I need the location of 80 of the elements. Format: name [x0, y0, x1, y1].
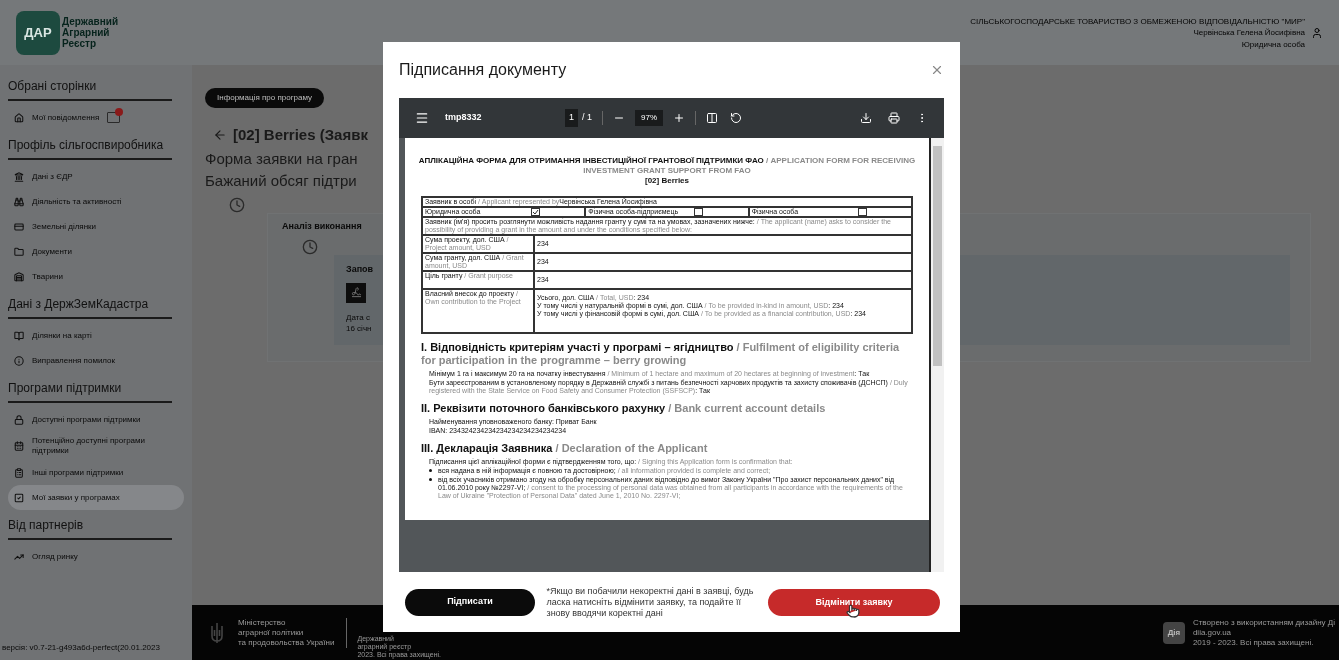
program-name: [02] Berries — [645, 176, 689, 186]
section-heading: Профіль сільгоспвиробника — [8, 136, 172, 160]
info-button[interactable]: Інформація про програму — [205, 88, 325, 108]
clipboard-icon — [14, 467, 24, 478]
rotate-icon[interactable] — [730, 112, 743, 124]
date-label: Дата с — [346, 312, 370, 322]
barn-icon — [14, 271, 24, 282]
card-title: Запов — [346, 263, 374, 276]
sidebar-item[interactable]: Документи — [8, 239, 184, 264]
download-icon[interactable] — [860, 112, 872, 124]
credits-text: Створено з використанням дизайну Ді diia.gov.ua 2019 - 2023. Всі права захищені. — [1192, 617, 1335, 648]
calendar-icon — [14, 441, 24, 451]
checkbox-icon — [14, 492, 24, 503]
zoom-in-icon[interactable] — [673, 112, 686, 124]
fit-page-icon[interactable] — [706, 112, 719, 124]
sidebar-item[interactable]: Доступні програми підтримки — [8, 407, 184, 432]
menu-icon[interactable] — [415, 111, 429, 125]
book-icon — [14, 330, 24, 341]
card-icon — [14, 221, 24, 232]
company-name: СІЛЬСЬКОГОСПОДАРСЬКЕ ТОВАРИСТВО З ОБМЕЖЕНОЮ ВІДПОВІДАЛЬНІСТЮ "МИР" — [970, 15, 1305, 27]
sidebar-item[interactable]: Потенційно доступні програми підтримки — [8, 432, 184, 460]
checkbox[interactable] — [694, 208, 704, 216]
file-name: tmp8332 — [445, 111, 483, 125]
user-role: Юридична особа — [1241, 38, 1305, 50]
form-subtitle: Форма заявки на гран — [205, 148, 358, 169]
zoom-field[interactable]: 97% — [635, 110, 664, 126]
page-title: [02] Berries (Заявк — [233, 125, 368, 145]
folder-icon — [14, 246, 24, 257]
section-heading: Від партнерів — [8, 516, 172, 540]
dia-badge: Дія — [1162, 621, 1185, 644]
info-icon — [14, 355, 24, 366]
sidebar-item[interactable]: Інші програми підтримки — [8, 460, 184, 485]
stage-title: Аналіз виконання — [282, 219, 362, 233]
sidebar-item[interactable]: Огляд ринку — [8, 544, 184, 569]
cancel-application-button[interactable]: Відмінити заявку — [768, 589, 940, 617]
chart-icon — [14, 551, 24, 562]
sidebar-item[interactable]: Мої повідомлення — [8, 105, 184, 130]
signature-icon — [346, 282, 366, 303]
date-value: 16 січн — [346, 323, 372, 333]
checkbox[interactable] — [531, 208, 540, 216]
sidebar-item[interactable]: Дані з ЄДР — [8, 164, 184, 189]
bullet-icon — [429, 478, 432, 481]
close-icon[interactable] — [930, 63, 944, 77]
sidebar-item[interactable]: Діяльність та активності — [8, 189, 184, 214]
sign-button[interactable]: Підписати — [405, 588, 535, 616]
user-icon[interactable] — [1311, 26, 1323, 39]
bank-icon — [14, 171, 24, 182]
scrollbar-thumb[interactable] — [933, 146, 942, 366]
page-number-field[interactable]: 1 — [565, 109, 578, 127]
section-heading: Обрані сторінки — [8, 77, 172, 101]
document-title: АПЛІКАЦІЙНА ФОРМА ДЛЯ ОТРИМАННЯ ІНВЕСТИЦІЙНОЇ ГРАНТОВОЇ ПІДТРИМКИ ФАО / APPLICATION FORM FOR RECEIVING INVESTMENT GRANT SUPPORT FROM FAO — [417, 156, 917, 176]
binoculars-icon — [14, 196, 24, 207]
sidebar-item[interactable]: Мої заявки у програмах — [8, 485, 184, 510]
lock-icon — [14, 414, 24, 425]
clock-icon — [229, 196, 245, 213]
section-heading: I. Відповідність критеріям участі у програмі – ягідництво / Fulfilment of eligibility criteria for participation in the programme – berry growing — [421, 341, 901, 367]
sidebar-item[interactable]: Земельні ділянки — [8, 214, 184, 239]
clock-icon — [302, 239, 318, 255]
section-heading: II. Реквізити поточного банківського рахунку / Bank current account details — [421, 402, 827, 415]
user-name: Червінська Гелена Йосифівна — [1193, 27, 1305, 38]
section-heading: III. Декларація Заявника / Declaration of the Applicant — [421, 442, 709, 455]
check-icon — [532, 209, 539, 215]
sidebar-item[interactable]: Ділянки на карті — [8, 323, 184, 348]
checkbox[interactable] — [857, 208, 867, 216]
trident-icon — [210, 621, 224, 644]
page-count: / 1 — [582, 111, 593, 125]
section-heading: Програми підтримки — [8, 379, 172, 403]
section-heading: Дані з ДержЗемКадастра — [8, 295, 172, 319]
form-subtitle: Бажаний обсяг підтри — [205, 171, 357, 191]
ministry-text: Міністерство аграрної політики та продовольства України — [238, 617, 348, 648]
sidebar-item[interactable]: Тварини — [8, 264, 184, 289]
print-icon[interactable] — [888, 112, 900, 124]
home-icon — [14, 112, 24, 123]
bullet-icon — [429, 469, 432, 472]
version-text: версія: v0.7-21-g493a6d-perfect(20.01.2023 — [2, 642, 161, 654]
correction-note: *Якщо ви побачили некоректні дані в заявці, будь ласка натисніть відмінити заявку, та подайте її знову вводячи коректні дані — [546, 585, 755, 619]
logo[interactable]: ДАР Державний Аграрний Реєстр — [16, 10, 119, 55]
dialog-title: Підписання документу — [399, 60, 567, 80]
scrollbar[interactable] — [931, 138, 944, 572]
sidebar-item[interactable]: Виправлення помилок — [8, 348, 184, 373]
